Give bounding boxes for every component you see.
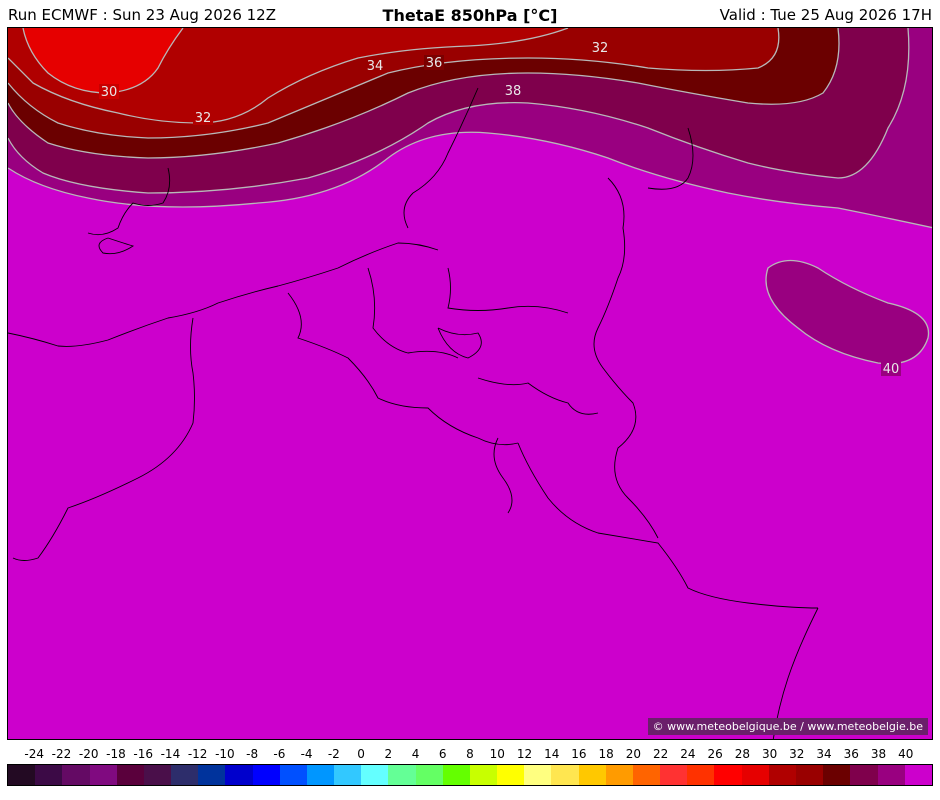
scale-label: -24 [24,747,45,761]
scale-label: 4 [411,747,420,761]
valid-time: Valid : Tue 25 Aug 2026 17H [719,6,932,24]
color-swatch [89,765,117,785]
map-canvas: 30 32 34 36 38 32 40 [8,28,932,739]
scale-label: -14 [160,747,181,761]
scale-label: 20 [625,747,642,761]
scale-label: 6 [438,747,447,761]
color-swatch [116,765,144,785]
color-swatch [524,765,552,785]
color-swatch [497,765,525,785]
color-swatch [279,765,307,785]
scale-label: 8 [466,747,474,761]
scale-label: -6 [273,747,286,761]
scale-label: 40 [898,747,914,761]
scale-label: 18 [598,747,614,761]
scale-label: 10 [489,747,505,761]
color-swatch [8,765,36,785]
scale-label: 22 [653,747,669,761]
color-swatch [877,765,905,785]
contour-label: 34 [367,59,384,74]
scale-label: 2 [384,747,393,761]
color-swatch [442,765,470,785]
scale-label: 36 [843,747,859,761]
color-swatch [904,765,932,785]
scale-label: -18 [106,747,126,761]
scale-label: -20 [78,747,99,761]
scale-label: 38 [870,747,887,761]
color-swatch [306,765,335,785]
scale-label: 30 [761,747,778,761]
copyright-notice: © www.meteobelgique.be / www.meteobelgie… [647,718,928,735]
band-38-40-east [765,259,930,365]
color-swatch [388,765,416,785]
france-germany-border [517,442,819,609]
contour-label: 32 [195,111,212,126]
color-swatch [361,765,389,785]
province-1 [367,267,459,359]
scale-label: -22 [51,747,72,761]
color-swatch [687,765,715,785]
color-swatch [660,765,688,785]
color-swatch [823,765,851,785]
color-swatch [143,765,172,785]
color-swatch [415,765,443,785]
scale-label: -10 [215,747,235,761]
color-swatch [252,765,280,785]
lux-border [493,437,513,514]
color-swatch [334,765,362,785]
color-swatch [741,765,769,785]
province-2 [447,267,569,314]
contour-label: 38 [505,84,522,99]
scale-label: 0 [357,747,365,761]
color-swatch [551,765,579,785]
color-scale-bar [7,764,933,786]
contour-label: 36 [426,56,443,71]
color-swatch [850,765,878,785]
scale-label: 12 [516,747,533,761]
scale-label: 26 [707,747,723,761]
province-4 [477,377,599,415]
germany-border [593,177,659,539]
color-swatch [171,765,199,785]
scale-label: 34 [816,747,832,761]
france-west-coast [12,317,195,561]
scale-label: -16 [133,747,153,761]
scale-label: 14 [544,747,560,761]
color-swatch [198,765,226,785]
color-scale-labels: -24 -22 -20 -18 -16 -14 -12 -10 -8 -6 -4 -2 0 2 4 6 8 10 1… [7,747,933,763]
belgium-border [287,292,519,446]
scale-label: 32 [789,747,805,761]
scale-label: 24 [680,747,696,761]
color-swatch [35,765,63,785]
scale-label: -8 [246,747,259,761]
color-swatch [578,765,606,785]
color-swatch [62,765,90,785]
contour-label: 40 [883,362,900,377]
scale-label: -4 [300,747,313,761]
color-swatch [469,765,498,785]
thetae-map: 30 32 34 36 38 32 40 © www.meteobelgique… [7,27,933,740]
scale-label: 16 [571,747,587,761]
color-swatch [795,765,824,785]
scale-label: 28 [734,747,750,761]
color-swatch [714,765,742,785]
scale-label: -2 [327,747,340,761]
color-swatch [768,765,796,785]
contour-label: 30 [101,85,118,100]
uk-south-coast [98,237,135,255]
color-swatch [632,765,661,785]
contour-label: 32 [592,41,609,56]
color-swatch [605,765,633,785]
color-swatch [225,765,253,785]
scale-label: -12 [187,747,208,761]
